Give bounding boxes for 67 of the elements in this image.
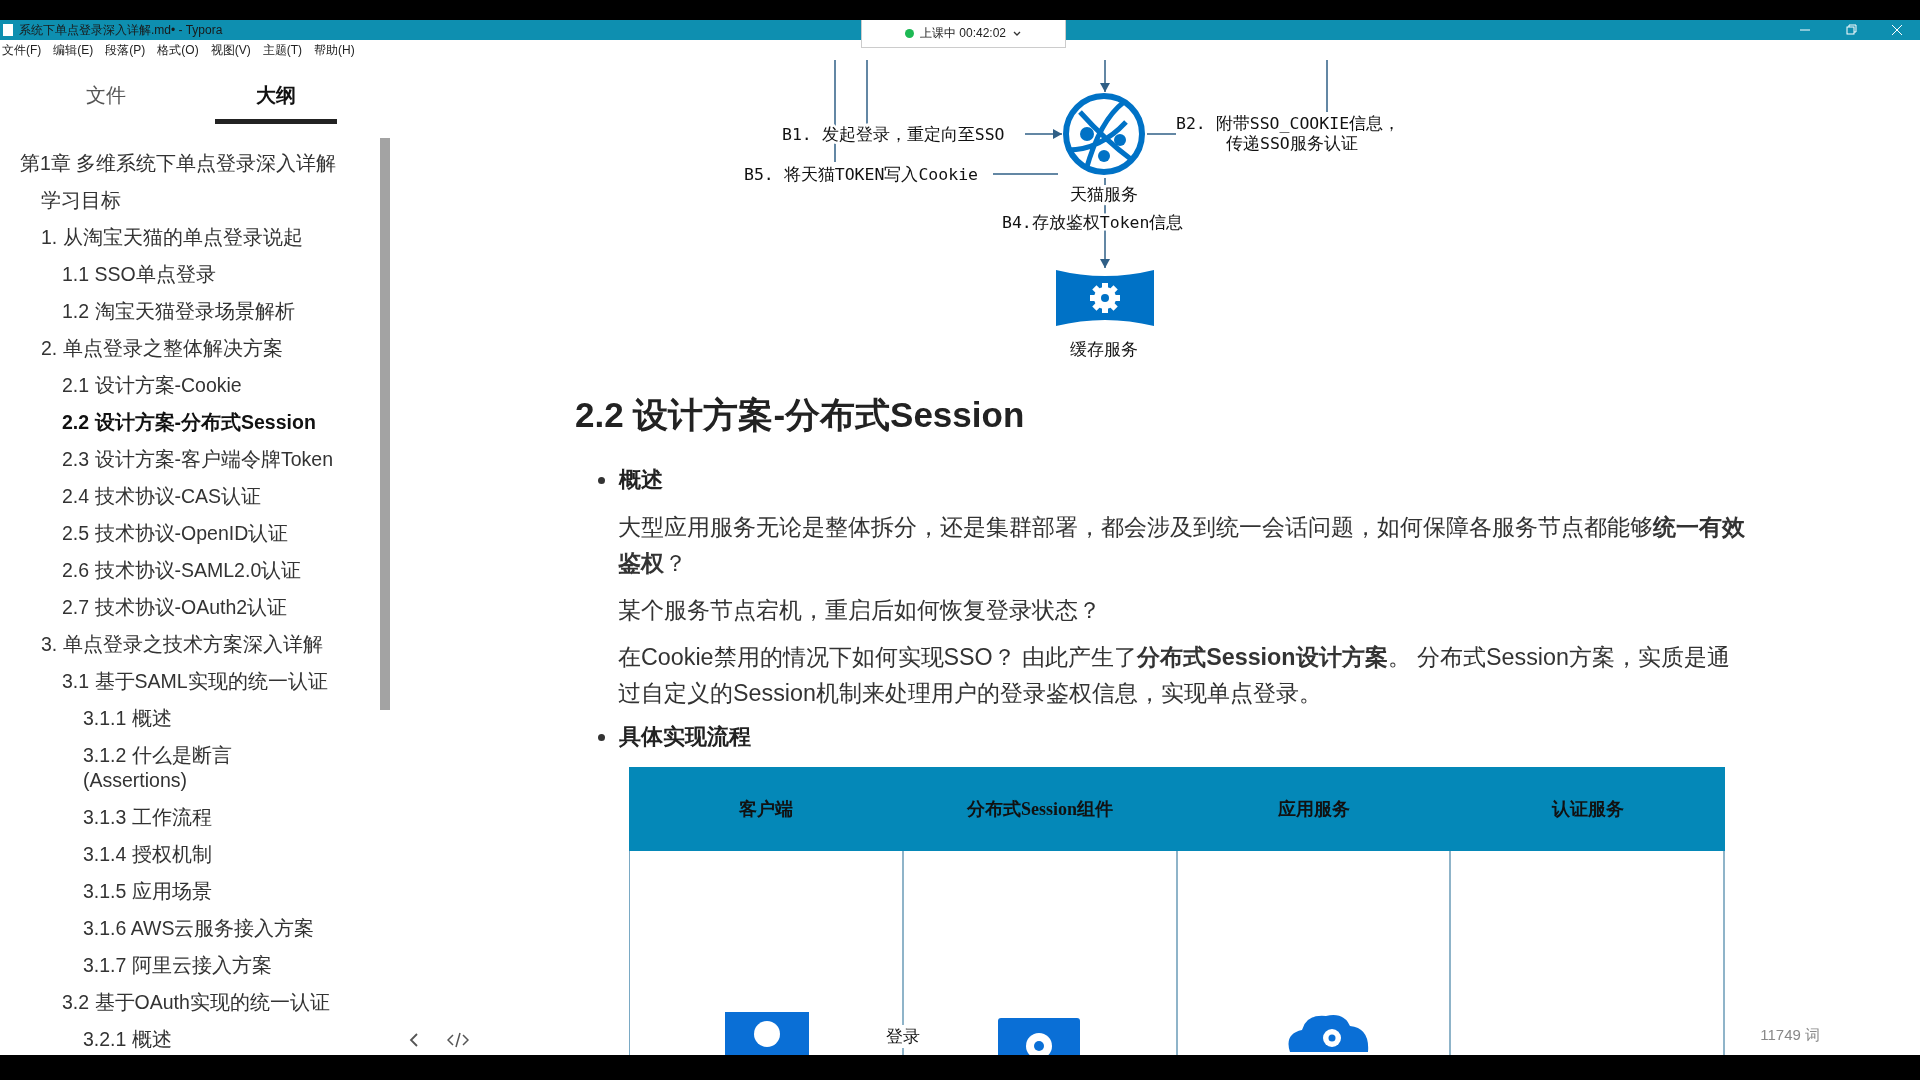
window-title: 系统下单点登录深入详解.md• - Typora (19, 21, 223, 39)
paragraph: 大型应用服务无论是整体拆分，还是集群部署，都会涉及到统一会话问题，如何保障各服务节点都能够统一有效鉴权？ (618, 513, 1746, 578)
paragraph: 在Cookie禁用的情况下如何实现SSO？ 由此产生了分布式Session设计方案。 分布式Session方案，实质是通过自定义的Session机制来处理用户的登录鉴权信息，实现单点登录。 (618, 643, 1731, 708)
outline-item[interactable]: 3.1.6 AWS云服务接入方案 (83, 910, 315, 947)
arrow (1100, 60, 1110, 93)
sidebar-tab[interactable]: 大纲 (215, 60, 337, 124)
sidebar-tab[interactable]: 文件 (20, 60, 192, 124)
arrow (1024, 129, 1063, 139)
cache-server-icon (1056, 270, 1154, 326)
bullet-title: 具体实现流程 (619, 723, 751, 751)
menu-item[interactable]: 文件(F) (2, 41, 42, 59)
outline-item[interactable]: 1.2 淘宝天猫登录场景解析 (62, 293, 295, 330)
outline-item[interactable]: 3.2 基于OAuth实现的统一认证 (62, 984, 330, 1021)
source-code-icon[interactable] (447, 1031, 469, 1049)
diagram-label: 传递SSO服务认证 (1226, 134, 1358, 153)
outline-item[interactable]: 3. 单点登录之技术方案深入详解 (41, 626, 323, 663)
paragraph: 某个服务节点宕机，重启后如何恢复登录状态？ (618, 596, 1102, 625)
connector-line (992, 173, 1059, 175)
outline-item[interactable]: 2.2 设计方案-分布式Session (62, 404, 316, 441)
edge-label: 登录 (885, 1025, 920, 1048)
outline-item[interactable]: 2.7 技术协议-OAuth2认证 (62, 589, 288, 626)
outline-item[interactable]: 2.4 技术协议-CAS认证 (62, 478, 262, 515)
menu-item[interactable]: 格式(O) (157, 41, 199, 59)
diagram-label: B5. 将天猫TOKEN写入Cookie (744, 165, 978, 184)
outline-item[interactable]: 1. 从淘宝天猫的单点登录说起 (41, 219, 303, 256)
network-globe-icon (1063, 93, 1145, 175)
diagram-label: B2. 附带SSO_COOKIE信息， (1176, 114, 1401, 133)
lane-title: 分布式Session组件 (966, 798, 1114, 821)
menu-item[interactable]: 视图(V) (210, 41, 251, 59)
lane-title: 认证服务 (1550, 798, 1625, 821)
recording-indicator[interactable]: 上课中 00:42:02 (861, 20, 1066, 48)
outline-item[interactable]: 3.1 基于SAML实现的统一认证 (62, 663, 328, 700)
connector-line (1146, 133, 1177, 135)
outline-item[interactable]: 3.1.1 概述 (83, 700, 172, 737)
outline-item[interactable]: 3.2.1 概述 (83, 1021, 172, 1055)
outline-item[interactable]: 1.1 SSO单点登录 (62, 256, 216, 293)
word-count: 11749 词 (1760, 1026, 1820, 1045)
outline-item[interactable]: 3.1.3 工作流程 (83, 799, 212, 836)
node-label: 缓存服务 (1070, 340, 1138, 359)
lane-title: 应用服务 (1277, 798, 1351, 821)
connector-line (866, 60, 868, 125)
chevron-left-icon[interactable] (408, 1031, 420, 1049)
menu-item[interactable]: 编辑(E) (53, 41, 94, 59)
status-dot-icon (904, 29, 914, 38)
app-icon (3, 24, 13, 36)
bullet-title: 概述 (619, 466, 663, 494)
outline-item[interactable]: 第1章 多维系统下单点登录深入详解 (20, 145, 337, 182)
outline-item[interactable]: 学习目标 (41, 182, 121, 219)
connector-line (1326, 60, 1328, 113)
outline-item[interactable]: 3.1.2 什么是断言 (Assertions) (83, 737, 232, 799)
outline-item[interactable]: 3.1.4 授权机制 (83, 836, 212, 873)
menu-item[interactable]: 主题(T) (262, 41, 302, 59)
outline-item[interactable]: 2.5 技术协议-OpenID认证 (62, 515, 289, 552)
chevron-down-icon (1012, 29, 1022, 38)
lane-title: 客户端 (738, 798, 794, 821)
bullet-icon (598, 733, 605, 741)
section-heading: 2.2 设计方案-分布式Session (575, 394, 1026, 436)
menu-item[interactable]: 帮助(H) (314, 41, 355, 59)
outline-item[interactable]: 3.1.7 阿里云接入方案 (83, 947, 272, 984)
outline-item[interactable]: 3.1.5 应用场景 (83, 873, 212, 910)
bullet-icon (598, 476, 605, 484)
outline-item[interactable]: 2.6 技术协议-SAML2.0认证 (62, 552, 302, 589)
menu-item[interactable]: 段落(P) (105, 41, 146, 59)
outline-item[interactable]: 2. 单点登录之整体解决方案 (41, 330, 283, 367)
scrollbar[interactable] (380, 138, 390, 710)
outline-item[interactable]: 2.1 设计方案-Cookie (62, 367, 242, 404)
outline-item[interactable]: 2.3 设计方案-客户端令牌Token (62, 441, 334, 478)
